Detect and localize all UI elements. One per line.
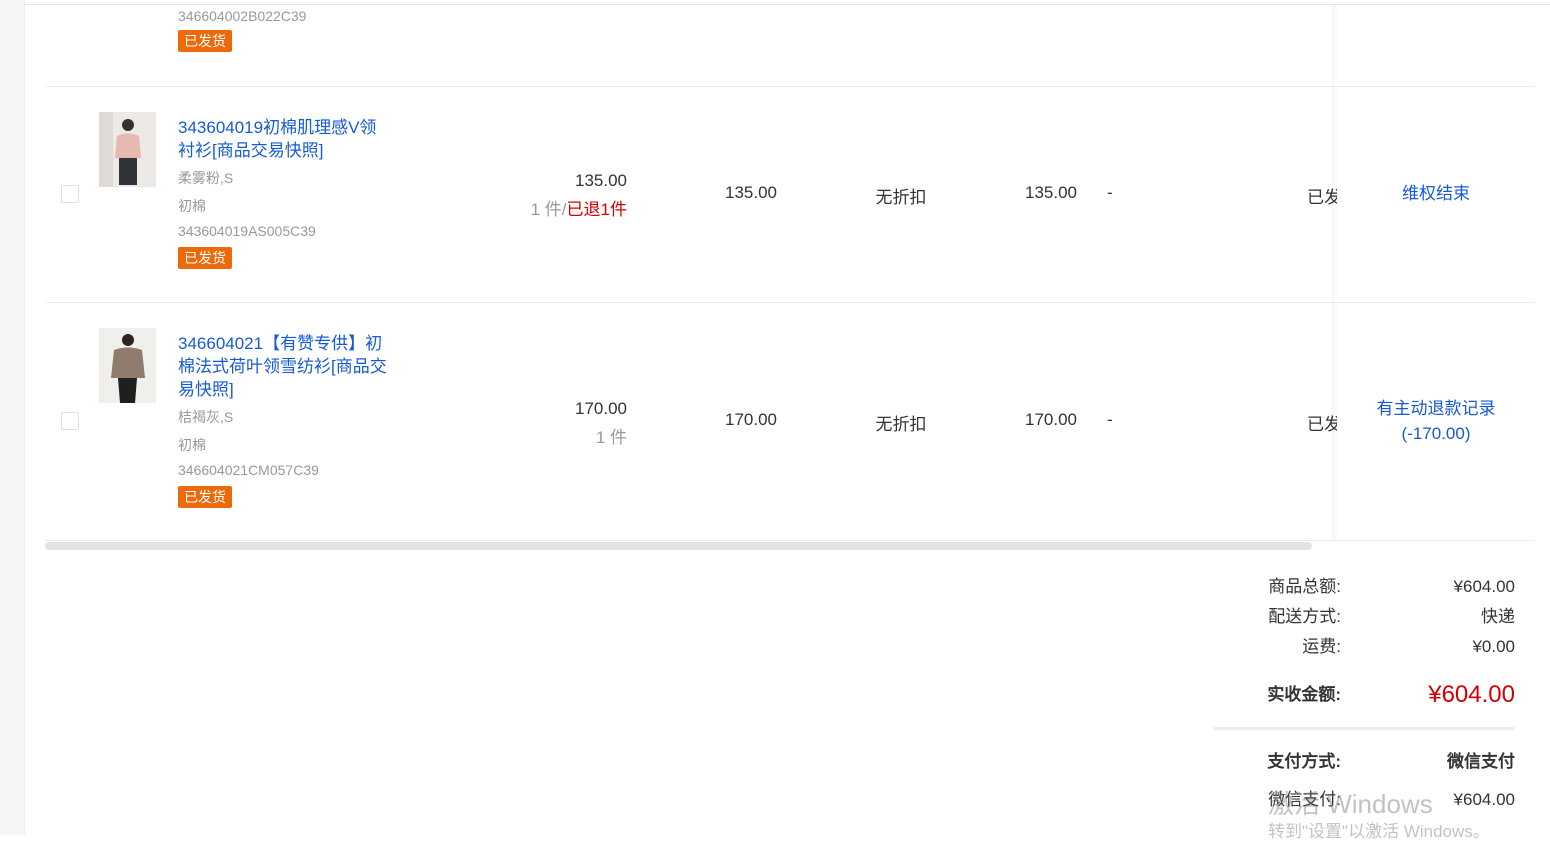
quantity-info: 1 件/已退1件 xyxy=(497,195,627,220)
freight-value: ¥0.00 xyxy=(1472,637,1515,656)
dash-placeholder: - xyxy=(1107,410,1113,429)
paid-amount: 170.00 xyxy=(1025,410,1077,429)
left-panel-strip xyxy=(0,0,25,835)
product-spec: 桔褐灰,S xyxy=(178,409,234,425)
received-label: 实收金额: xyxy=(1267,685,1341,704)
freight-row: 运费: ¥0.00 xyxy=(1213,635,1515,659)
delivery-row: 配送方式: 快递 xyxy=(1213,605,1515,629)
quantity-label: 1 件 xyxy=(595,428,627,447)
product-spec: 柔雾粉,S xyxy=(178,170,234,186)
summary-divider xyxy=(1213,727,1515,730)
unit-price: 170.00 xyxy=(575,399,627,418)
unit-price: 135.00 xyxy=(575,171,627,190)
product-code: 343604019AS005C39 xyxy=(178,223,316,239)
wechat-pay-value: ¥604.00 xyxy=(1453,790,1515,809)
activation-watermark-title: 激活 Windows xyxy=(1268,789,1433,819)
received-value: ¥604.00 xyxy=(1428,681,1515,708)
product-thumbnail[interactable] xyxy=(99,112,156,187)
product-code: 346604021CM057C39 xyxy=(178,462,319,478)
payment-method-row: 支付方式: 微信支付 xyxy=(1213,750,1515,774)
goods-total-label: 商品总额: xyxy=(1268,577,1341,596)
horizontal-scrollbar[interactable] xyxy=(45,542,1312,550)
goods-total-value: ¥604.00 xyxy=(1453,577,1515,596)
activation-watermark-subtitle: 转到"设置"以激活 Windows。 xyxy=(1268,822,1490,841)
discount: 无折扣 xyxy=(875,415,927,434)
dash-placeholder: - xyxy=(1107,183,1113,202)
product-image xyxy=(99,112,156,187)
product-title-link[interactable]: 346604021【有赞专供】初棉法式荷叶领雪纺衫[商品交易快照] xyxy=(178,332,393,401)
order-summary: 商品总额: ¥604.00 配送方式: 快递 运费: ¥0.00 实收金额: ¥… xyxy=(1213,0,1515,835)
shipped-tag: 已发货 xyxy=(178,247,232,269)
received-row: 实收金额: ¥604.00 xyxy=(1213,680,1515,710)
subtotal: 135.00 xyxy=(725,183,777,202)
delivery-value: 快递 xyxy=(1481,607,1515,626)
discount: 无折扣 xyxy=(875,188,927,207)
quantity-info: 1 件 xyxy=(497,423,627,448)
subtotal: 170.00 xyxy=(725,410,777,429)
row-checkbox[interactable] xyxy=(61,185,79,203)
product-image xyxy=(99,328,156,403)
payment-method-label: 支付方式: xyxy=(1267,752,1341,771)
item-code: 346604002B022C39 xyxy=(178,8,307,24)
goods-total-row: 商品总额: ¥604.00 xyxy=(1213,575,1515,599)
quantity-label: 1 件/ xyxy=(530,200,567,219)
paid-amount: 135.00 xyxy=(1025,183,1077,202)
shipped-tag: 已发货 xyxy=(178,30,232,52)
payment-method-value: 微信支付 xyxy=(1447,752,1515,771)
row-checkbox[interactable] xyxy=(61,412,79,430)
delivery-label: 配送方式: xyxy=(1268,607,1341,626)
refunded-label: 已退1件 xyxy=(566,200,627,219)
freight-label: 运费: xyxy=(1302,637,1341,656)
shipped-tag: 已发货 xyxy=(178,486,232,508)
product-title-link[interactable]: 343604019初棉肌理感V领衬衫[商品交易快照] xyxy=(178,116,393,162)
product-thumbnail[interactable] xyxy=(99,328,156,403)
product-brand: 初棉 xyxy=(178,437,206,453)
product-brand: 初棉 xyxy=(178,198,206,214)
